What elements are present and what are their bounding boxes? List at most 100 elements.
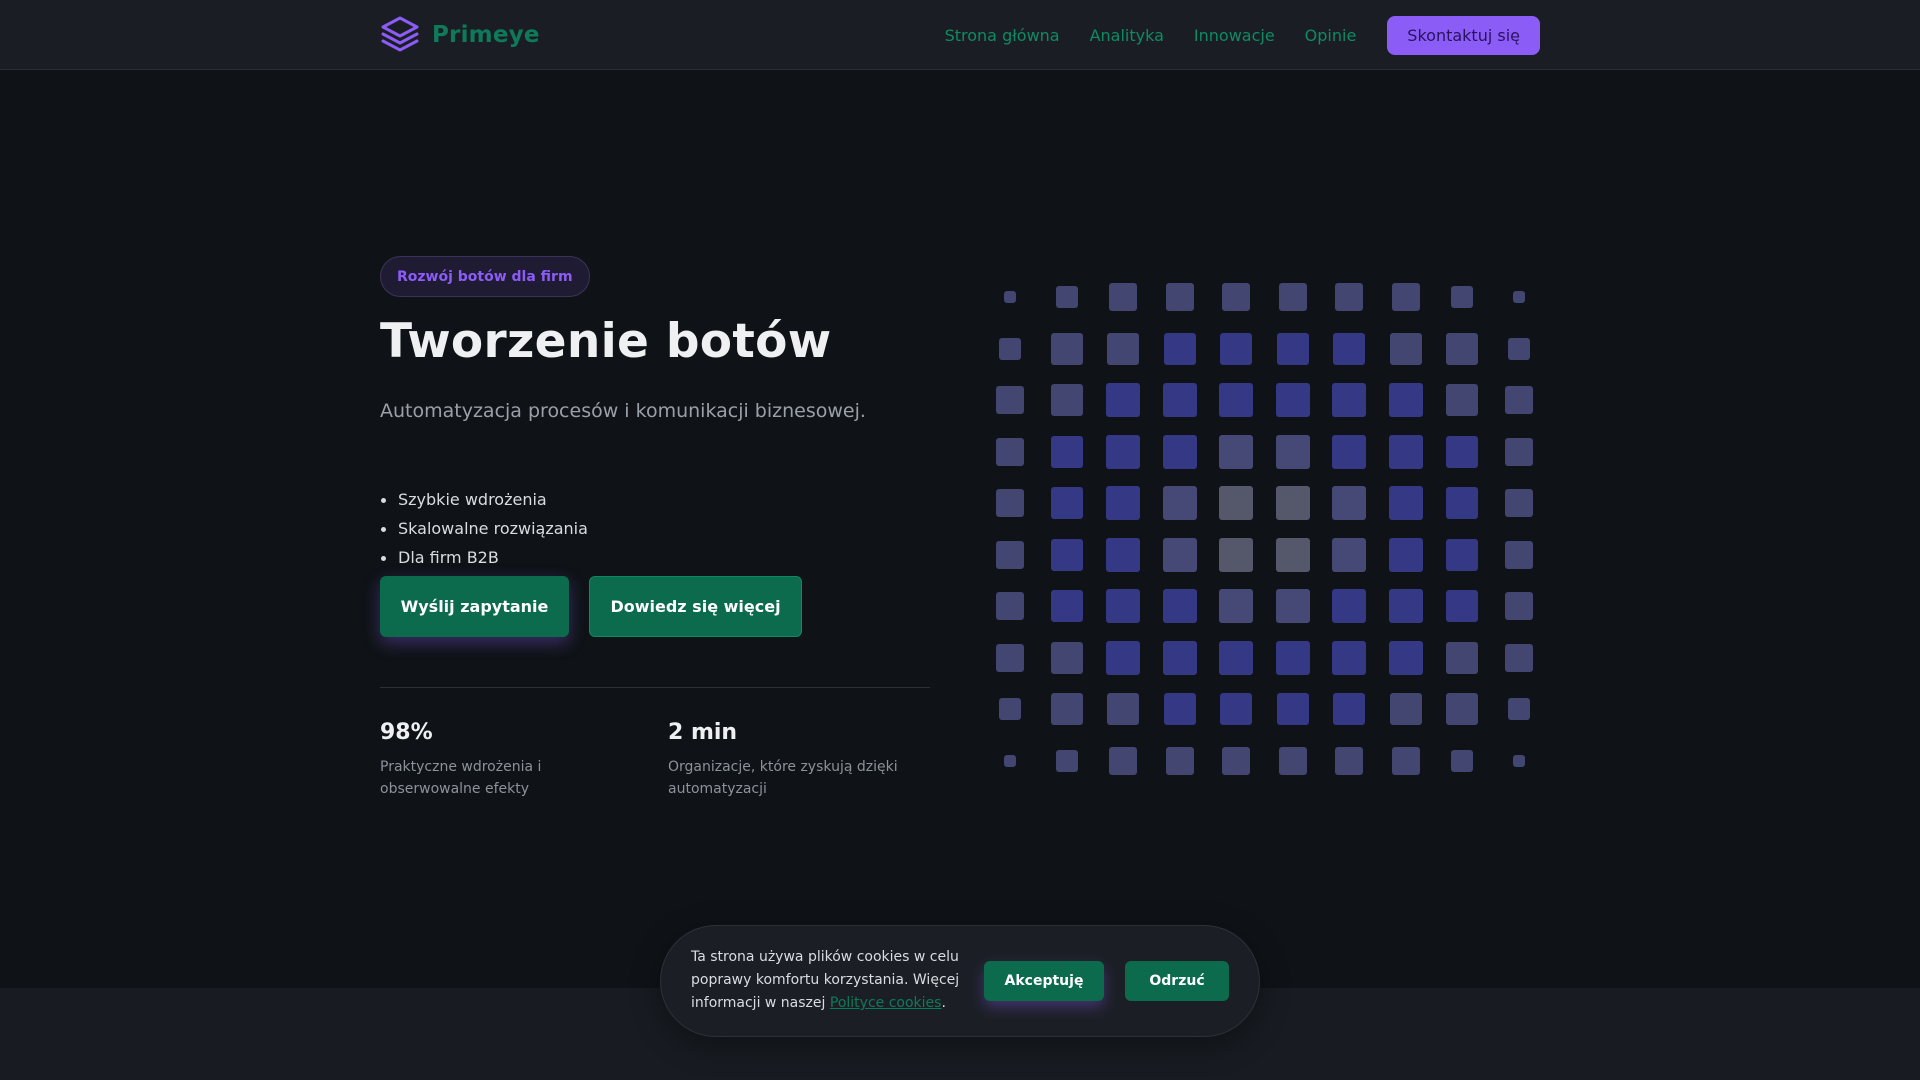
grid-square (1504, 540, 1533, 569)
decorative-square-grid (985, 270, 1555, 790)
grid-square (1275, 486, 1310, 520)
hero-badge: Rozwój botów dla firm (380, 256, 590, 297)
grid-square (1165, 283, 1194, 311)
grid-square (1050, 590, 1083, 622)
grid-square (1278, 283, 1307, 311)
grid-square (1050, 487, 1083, 519)
grid-square (1446, 384, 1478, 416)
stat-label: Praktyczne wdrożenia i obserwowalne efek… (380, 759, 542, 797)
grid-square (1219, 383, 1253, 417)
grid-square (1162, 589, 1197, 623)
send-inquiry-button[interactable]: Wyślij zapytanie (380, 576, 569, 637)
grid-square (1335, 283, 1363, 311)
cookie-suffix: . (941, 995, 946, 1011)
feature-item: Dla firm B2B (380, 544, 588, 573)
grid-square (996, 643, 1024, 672)
grid-square (1446, 435, 1478, 468)
brand-name: Primeye (432, 22, 540, 48)
nav-link-innovations[interactable]: Innowacje (1194, 26, 1275, 45)
nav-link-reviews[interactable]: Opinie (1305, 26, 1357, 45)
stat-block: 2 min Organizacje, które zyskują dzięki … (668, 720, 908, 800)
grid-square (1106, 537, 1140, 572)
brand[interactable]: Primeye (380, 15, 540, 55)
grid-square (1504, 489, 1533, 517)
grid-square (1275, 434, 1310, 469)
grid-square (1388, 383, 1423, 417)
grid-square (1106, 383, 1140, 417)
grid-square (1512, 754, 1525, 767)
grid-square (1391, 283, 1420, 311)
grid-square (996, 489, 1024, 517)
cookie-reject-button[interactable]: Odrzuć (1125, 961, 1229, 1001)
grid-square (1050, 641, 1083, 674)
grid-square (1388, 589, 1423, 623)
learn-more-button[interactable]: Dowiedz się więcej (589, 576, 802, 637)
grid-square (1446, 641, 1478, 674)
grid-square (1275, 537, 1310, 572)
grid-square (1504, 592, 1533, 620)
grid-square (1219, 537, 1253, 572)
grid-square (1389, 332, 1422, 365)
grid-square (1278, 746, 1307, 775)
grid-square (1332, 640, 1366, 675)
nav-link-analytics[interactable]: Analityka (1090, 26, 1164, 45)
grid-square (1275, 589, 1310, 623)
stat-value: 98% (380, 720, 433, 745)
grid-square (1162, 537, 1197, 572)
grid-square (996, 437, 1024, 466)
grid-square (1106, 640, 1140, 675)
grid-square (1050, 538, 1083, 571)
grid-square (1332, 589, 1366, 623)
grid-square (1332, 434, 1366, 469)
feature-list: Szybkie wdrożenia Skalowalne rozwiązania… (380, 486, 588, 573)
feature-item: Skalowalne rozwiązania (380, 515, 588, 544)
grid-square (1050, 693, 1083, 725)
grid-square (1219, 486, 1253, 520)
grid-square (1275, 640, 1310, 675)
grid-square (1106, 434, 1140, 469)
grid-square (1004, 754, 1016, 767)
main-nav: Strona główna Analityka Innowacje Opinie… (945, 15, 1540, 55)
stats-divider (380, 687, 930, 688)
grid-square (1162, 486, 1197, 520)
grid-square (1504, 386, 1533, 414)
grid-square (1107, 332, 1139, 365)
grid-square (1163, 693, 1196, 725)
grid-square (1107, 693, 1139, 725)
cookie-policy-link[interactable]: Polityce cookies (830, 995, 942, 1011)
contact-button[interactable]: Skontaktuj się (1387, 15, 1540, 55)
grid-square (1220, 693, 1252, 725)
grid-square (1219, 434, 1253, 469)
grid-square (1507, 337, 1530, 360)
grid-square (1220, 332, 1252, 365)
grid-square (1276, 332, 1309, 365)
grid-square (999, 698, 1021, 720)
grid-square (1106, 486, 1140, 520)
stat-block: 98% Praktyczne wdrożenia i obserwowalne … (380, 720, 620, 800)
grid-square (1388, 486, 1423, 520)
grid-square (1050, 332, 1083, 365)
grid-square (1446, 590, 1478, 622)
grid-square (1165, 746, 1194, 775)
grid-square (1333, 693, 1365, 725)
grid-square (1389, 693, 1422, 725)
grid-square (1055, 286, 1078, 308)
grid-square (1050, 435, 1083, 468)
grid-square (1446, 538, 1478, 571)
grid-square (1222, 746, 1250, 775)
grid-square (1335, 746, 1363, 775)
nav-link-home[interactable]: Strona główna (945, 26, 1060, 45)
grid-square (1219, 640, 1253, 675)
grid-square (999, 337, 1021, 360)
grid-square (1004, 291, 1016, 303)
grid-square (1332, 537, 1366, 572)
grid-square (1446, 487, 1478, 519)
grid-square (1332, 383, 1366, 417)
grid-square (1451, 749, 1473, 772)
grid-square (1451, 286, 1473, 308)
cookie-banner: Ta strona używa plików cookies w celu po… (660, 925, 1260, 1037)
grid-square (1050, 384, 1083, 416)
grid-square (996, 386, 1024, 414)
cookie-accept-button[interactable]: Akceptuję (984, 961, 1104, 1001)
cookie-text: Ta strona używa plików cookies w celu po… (691, 946, 976, 1015)
